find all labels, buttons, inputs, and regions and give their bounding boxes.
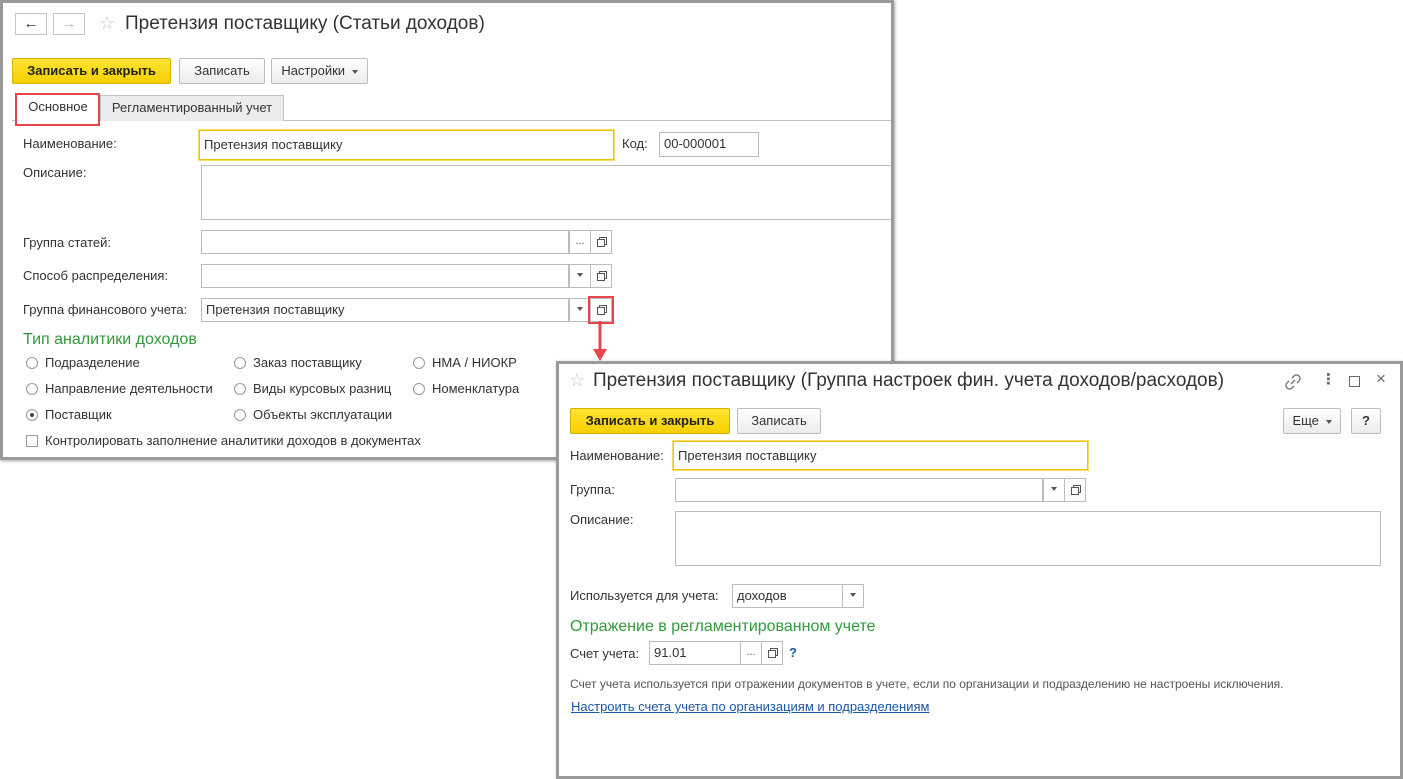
arrow-left-icon: ← <box>23 15 39 32</box>
account-open-button[interactable] <box>761 641 783 665</box>
save-and-close-button[interactable]: Записать и закрыть <box>12 58 171 84</box>
radio-supplier-order-label: Заказ поставщику <box>253 355 362 370</box>
maximize-icon[interactable] <box>1349 376 1360 387</box>
name-label: Наименование: <box>570 448 664 463</box>
code-field[interactable]: 00-000001 <box>659 132 759 157</box>
account-field[interactable]: 91.01 <box>649 641 741 665</box>
group-open-button[interactable] <box>1064 478 1086 502</box>
radio-operation-objects-label: Объекты эксплуатации <box>253 407 393 422</box>
radio-intangible-assets[interactable] <box>413 357 425 369</box>
back-button[interactable]: ← <box>15 13 47 35</box>
account-label: Счет учета: <box>570 646 640 661</box>
distribution-method-dropdown-button[interactable] <box>569 264 591 288</box>
radio-nomenclature[interactable] <box>413 383 425 395</box>
forward-button[interactable]: → <box>53 13 85 35</box>
item-group-label: Группа статей: <box>23 235 111 250</box>
ellipsis-icon: ... <box>575 235 585 247</box>
window-title: Претензия поставщику (Статьи доходов) <box>125 13 485 34</box>
control-analytics-label: Контролировать заполнение аналитики дохо… <box>45 433 421 448</box>
help-button[interactable]: ? <box>1351 408 1381 434</box>
group-dropdown-button[interactable] <box>1043 478 1065 502</box>
chevron-down-icon <box>577 273 583 278</box>
highlight-tab-frame <box>15 93 100 126</box>
open-icon <box>596 236 607 247</box>
radio-division-label: Подразделение <box>45 355 140 370</box>
code-label: Код: <box>622 136 648 151</box>
radio-supplier[interactable] <box>26 409 38 421</box>
more-label: Еще <box>1292 413 1319 428</box>
open-icon <box>596 270 607 281</box>
tab-regulated-accounting[interactable]: Регламентированный учет <box>100 95 284 121</box>
favorite-star-icon[interactable]: ☆ <box>569 370 585 391</box>
link-icon[interactable] <box>1285 374 1301 390</box>
radio-activity-direction[interactable] <box>26 383 38 395</box>
chevron-down-icon <box>1051 487 1057 492</box>
description-textarea[interactable] <box>675 511 1381 566</box>
group-label: Группа: <box>570 482 615 497</box>
highlight-open-button-frame <box>588 296 614 324</box>
fin-group-field[interactable]: Претензия поставщику <box>201 298 569 322</box>
radio-supplier-label: Поставщик <box>45 407 112 422</box>
save-and-close-button[interactable]: Записать и закрыть <box>570 408 730 434</box>
radio-division[interactable] <box>26 357 38 369</box>
group-field[interactable] <box>675 478 1043 502</box>
analytics-section-title: Тип аналитики доходов <box>23 331 197 348</box>
used-for-dropdown-button[interactable] <box>842 584 864 608</box>
account-help-icon[interactable]: ? <box>789 645 797 660</box>
chevron-down-icon <box>351 69 358 74</box>
configure-accounts-link[interactable]: Настроить счета учета по организациям и … <box>571 699 929 714</box>
settings-button[interactable]: Настройки <box>271 58 368 84</box>
save-button[interactable]: Записать <box>179 58 265 84</box>
radio-nomenclature-label: Номенклатура <box>432 381 520 396</box>
radio-exchange-differences-label: Виды курсовых разниц <box>253 381 392 396</box>
radio-operation-objects[interactable] <box>234 409 246 421</box>
settings-label: Настройки <box>281 63 346 78</box>
account-hint-text: Счет учета используется при отражении до… <box>570 677 1284 691</box>
name-field[interactable]: Претензия поставщику <box>673 441 1088 470</box>
radio-exchange-differences[interactable] <box>234 383 246 395</box>
window-title: Претензия поставщику (Группа настроек фи… <box>593 370 1225 391</box>
account-select-button[interactable]: ... <box>740 641 762 665</box>
radio-intangible-assets-label: НМА / НИОКР <box>432 355 517 370</box>
open-icon <box>767 647 778 658</box>
description-label: Описание: <box>570 512 634 527</box>
regulated-section-title: Отражение в регламентированном учете <box>570 618 876 635</box>
fin-group-label: Группа финансового учета: <box>23 302 188 317</box>
item-group-field[interactable] <box>201 230 569 254</box>
arrow-right-icon: → <box>61 15 77 32</box>
chevron-down-icon <box>850 593 856 598</box>
save-button[interactable]: Записать <box>737 408 821 434</box>
open-icon <box>1070 484 1081 495</box>
distribution-method-field[interactable] <box>201 264 569 288</box>
description-textarea[interactable] <box>201 165 891 220</box>
chevron-down-icon <box>577 307 583 312</box>
name-field[interactable]: Претензия поставщику <box>199 130 614 160</box>
distribution-method-label: Способ распределения: <box>23 268 169 283</box>
used-for-label: Используется для учета: <box>570 588 719 603</box>
more-button[interactable]: Еще <box>1283 408 1341 434</box>
red-arrow-icon <box>593 321 607 361</box>
control-analytics-checkbox[interactable] <box>26 435 38 447</box>
item-group-select-button[interactable]: ... <box>569 230 591 254</box>
chevron-down-icon <box>1325 419 1332 424</box>
more-vertical-icon[interactable]: ⋮ <box>1321 370 1336 388</box>
favorite-star-icon[interactable]: ☆ <box>99 13 115 34</box>
close-icon[interactable]: × <box>1376 369 1386 389</box>
radio-activity-direction-label: Направление деятельности <box>45 381 213 396</box>
radio-supplier-order[interactable] <box>234 357 246 369</box>
description-label: Описание: <box>23 165 87 180</box>
distribution-method-open-button[interactable] <box>590 264 612 288</box>
name-label: Наименование: <box>23 136 117 151</box>
item-group-open-button[interactable] <box>590 230 612 254</box>
used-for-select[interactable]: доходов <box>732 584 843 608</box>
fin-settings-group-window: ☆ Претензия поставщику (Группа настроек … <box>556 361 1403 779</box>
ellipsis-icon: ... <box>746 646 756 658</box>
